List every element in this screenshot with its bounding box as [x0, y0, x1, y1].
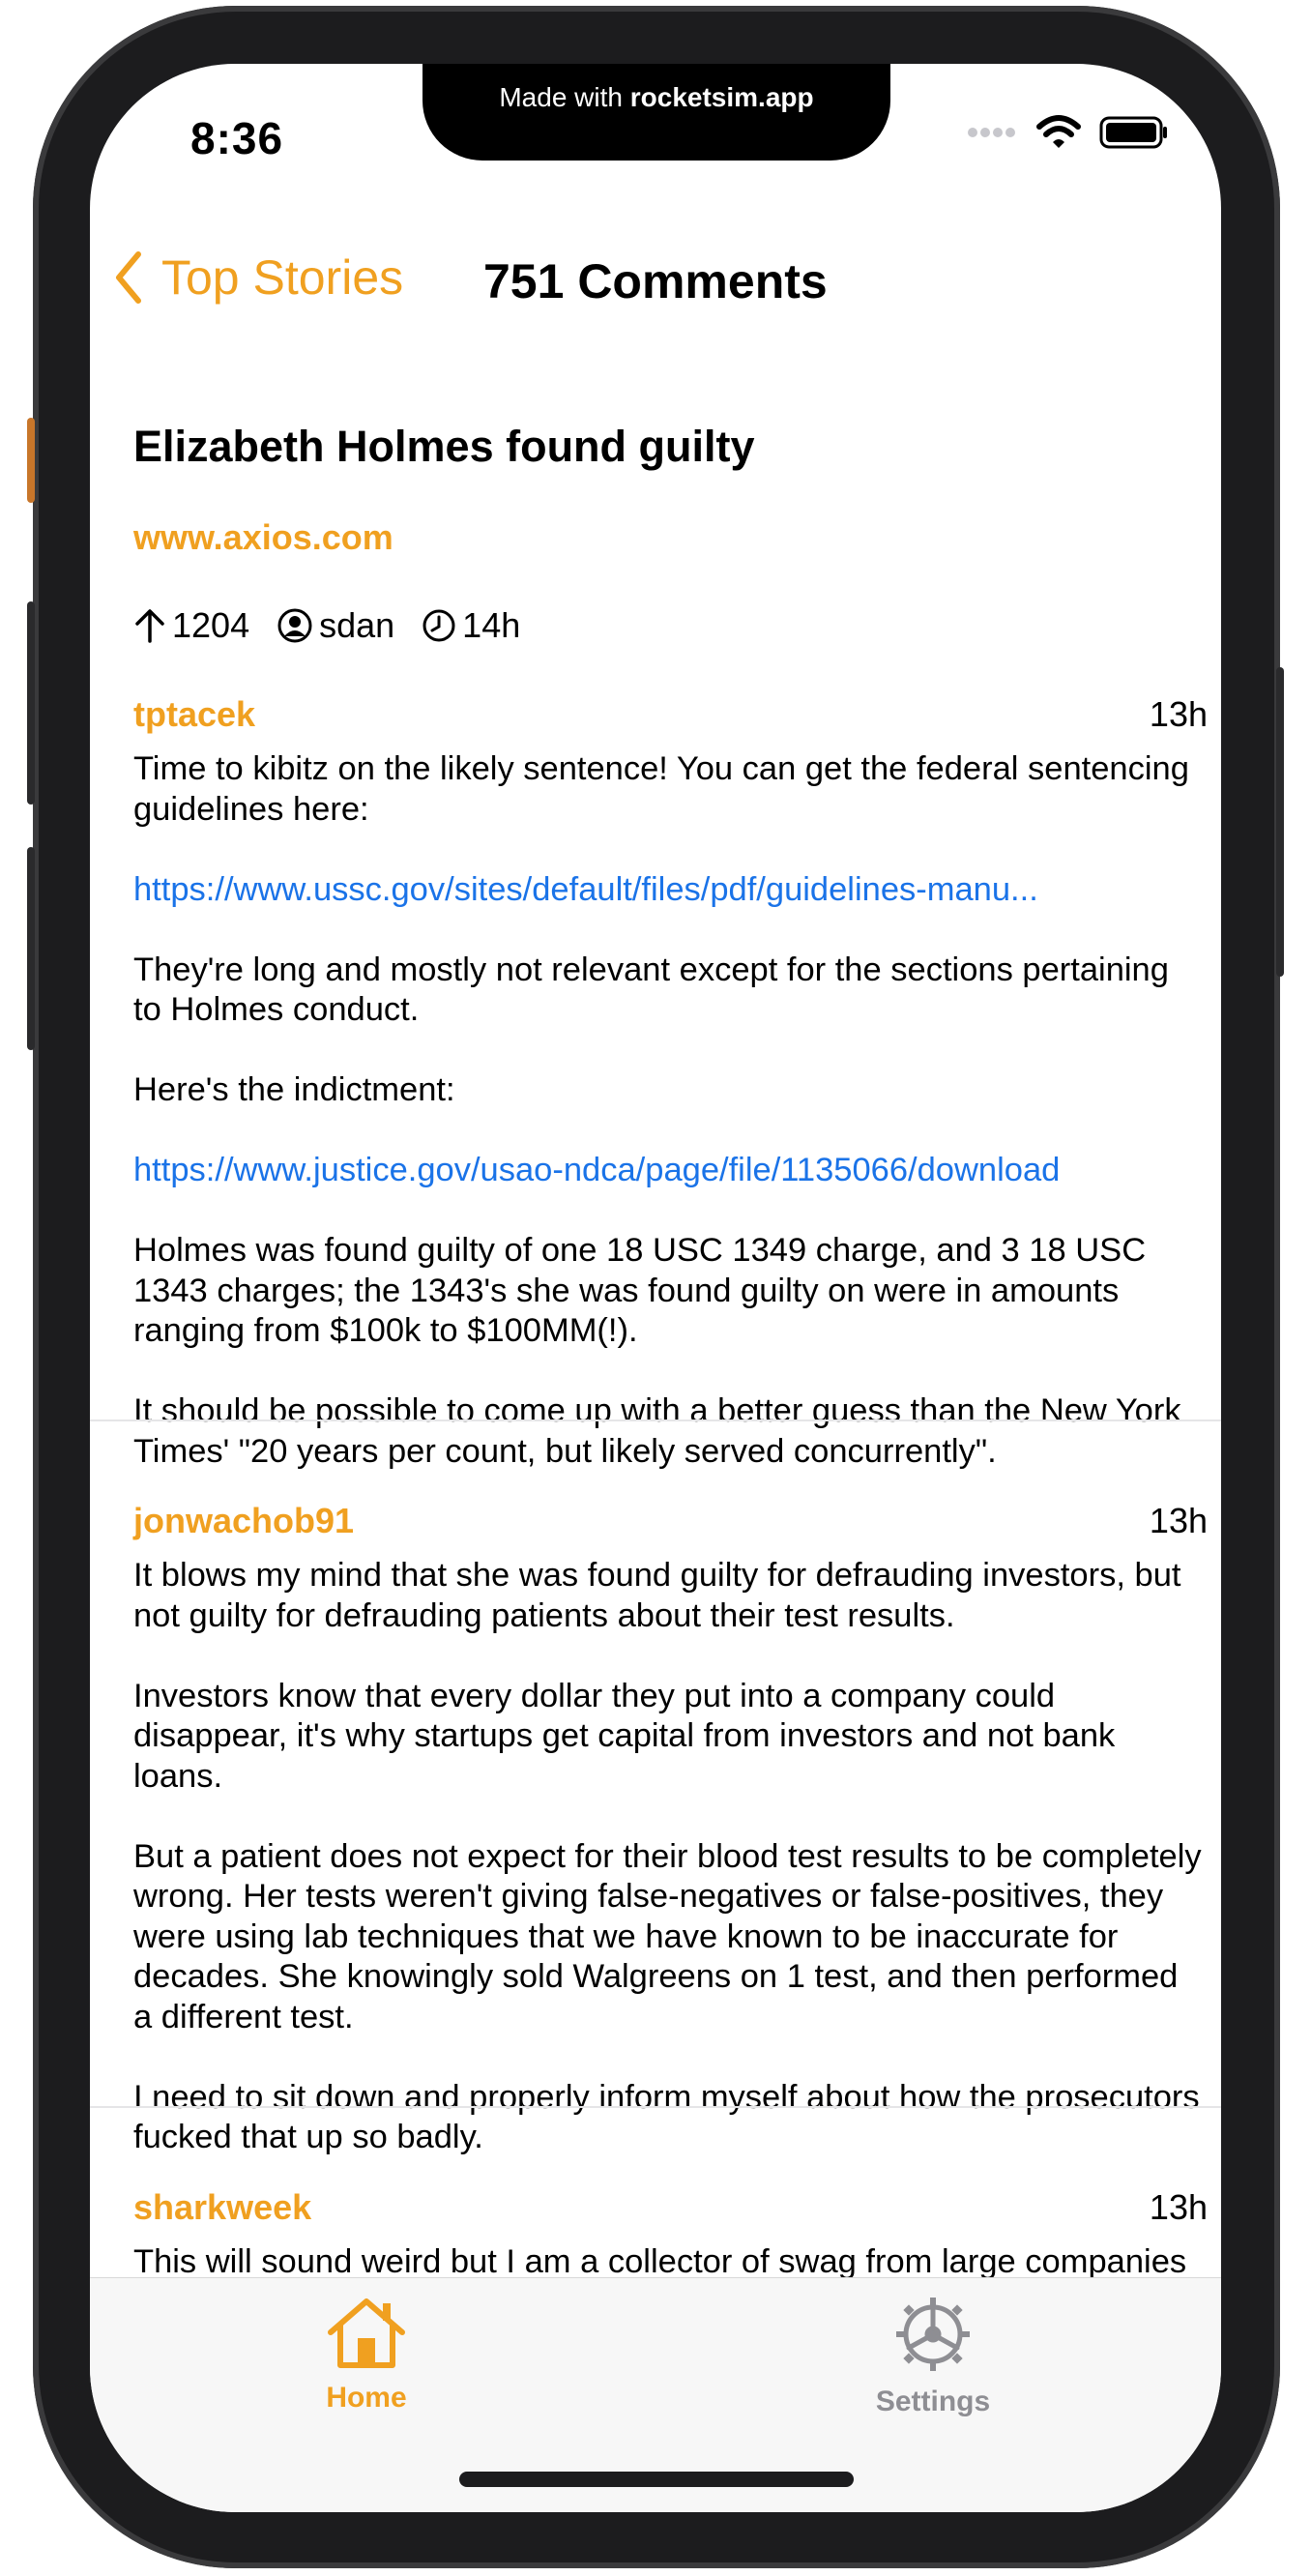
status-indicators — [966, 115, 1169, 149]
age-item: 14h — [422, 605, 520, 646]
screen: 8:36 Made with rocketsim.app Top Stories… — [90, 64, 1221, 2512]
volume-down-button — [27, 847, 35, 1050]
cellular-dots-icon — [968, 128, 1015, 137]
upvote-arrow-icon — [135, 609, 164, 643]
comment-paragraph: It should be possible to come up with a … — [133, 1392, 1181, 1470]
comment-paragraph: Holmes was found guilty of one 18 USC 13… — [133, 1232, 1147, 1349]
story-title: Elizabeth Holmes found guilty — [133, 422, 755, 471]
banner-brand: rocketsim.app — [629, 82, 814, 112]
comment-body: It blows my mind that she was found guil… — [133, 1556, 1204, 2198]
page-title: 751 Comments — [483, 254, 828, 308]
comment-paragraph: They're long and mostly not relevant exc… — [133, 951, 1169, 1029]
comment-paragraph: Here's the indictment: — [133, 1071, 455, 1108]
comment-author[interactable]: sharkweek — [133, 2187, 311, 2228]
wifi-icon — [1036, 115, 1081, 148]
volume-up-button — [27, 601, 35, 805]
clock-icon — [422, 609, 455, 642]
banner-prefix: Made with — [499, 82, 630, 112]
story-url-link[interactable]: www.axios.com — [133, 517, 393, 558]
user-circle-icon — [277, 608, 312, 643]
comment-link[interactable]: https://www.justice.gov/usao-ndca/page/f… — [133, 1152, 1060, 1188]
comment-paragraph: But a patient does not expect for their … — [133, 1837, 1202, 2035]
comment-item: jonwachob91 13h It blows my mind that sh… — [90, 1501, 1221, 2158]
comment-item: sharkweek 13h This will sound weird but … — [90, 2187, 1221, 2277]
tab-home-label: Home — [326, 2382, 407, 2414]
chevron-left-icon — [116, 251, 141, 304]
story-age: 14h — [462, 605, 521, 645]
power-button — [1276, 667, 1284, 977]
comment-paragraph: Time to kibitz on the likely sentence! Y… — [133, 750, 1189, 828]
comment-paragraph: This will sound weird but I am a collect… — [133, 2243, 1187, 2277]
status-time: 8:36 — [190, 113, 284, 163]
comment-paragraph: Investors know that every dollar they pu… — [133, 1677, 1116, 1795]
points-item: 1204 — [133, 605, 249, 646]
comment-author[interactable]: tptacek — [133, 694, 255, 735]
comment-divider — [90, 2106, 1221, 2108]
comment-time: 13h — [1149, 2187, 1208, 2227]
comment-body: This will sound weird but I am a collect… — [133, 2242, 1204, 2277]
comment-item: tptacek 13h Time to kibitz on the likely… — [90, 694, 1221, 1470]
tab-home[interactable]: Home — [279, 2296, 453, 2415]
comment-divider — [90, 1420, 1221, 1421]
back-button[interactable]: Top Stories — [113, 249, 403, 306]
comments-scroll-view[interactable]: Elizabeth Holmes found guilty www.axios.… — [90, 354, 1221, 2277]
action-button — [27, 418, 35, 503]
battery-icon — [1099, 116, 1167, 149]
tab-settings-label: Settings — [875, 2386, 991, 2417]
comment-link[interactable]: https://www.ussc.gov/sites/default/files… — [133, 871, 1038, 908]
story-meta: 1204 sdan 14h — [133, 605, 547, 646]
points-count: 1204 — [172, 605, 250, 645]
simulator-banner: Made with rocketsim.app — [422, 81, 890, 114]
gear-icon — [896, 2298, 970, 2371]
dynamic-island: Made with rocketsim.app — [422, 64, 890, 161]
story-author[interactable]: sdan — [319, 605, 394, 646]
home-indicator[interactable] — [459, 2472, 854, 2487]
comment-time: 13h — [1149, 1501, 1208, 1540]
back-label: Top Stories — [161, 250, 404, 305]
comment-time: 13h — [1149, 694, 1208, 734]
comment-paragraph: It blows my mind that she was found guil… — [133, 1557, 1181, 1634]
comment-paragraph: I need to sit down and properly inform m… — [133, 2078, 1200, 2156]
navigation-bar: Top Stories 751 Comments — [90, 238, 1221, 335]
tab-settings[interactable]: Settings — [846, 2296, 1020, 2418]
comment-body: Time to kibitz on the likely sentence! Y… — [133, 749, 1204, 1512]
author-item: sdan — [277, 605, 394, 646]
house-icon — [328, 2298, 405, 2368]
comment-author[interactable]: jonwachob91 — [133, 1501, 354, 1541]
